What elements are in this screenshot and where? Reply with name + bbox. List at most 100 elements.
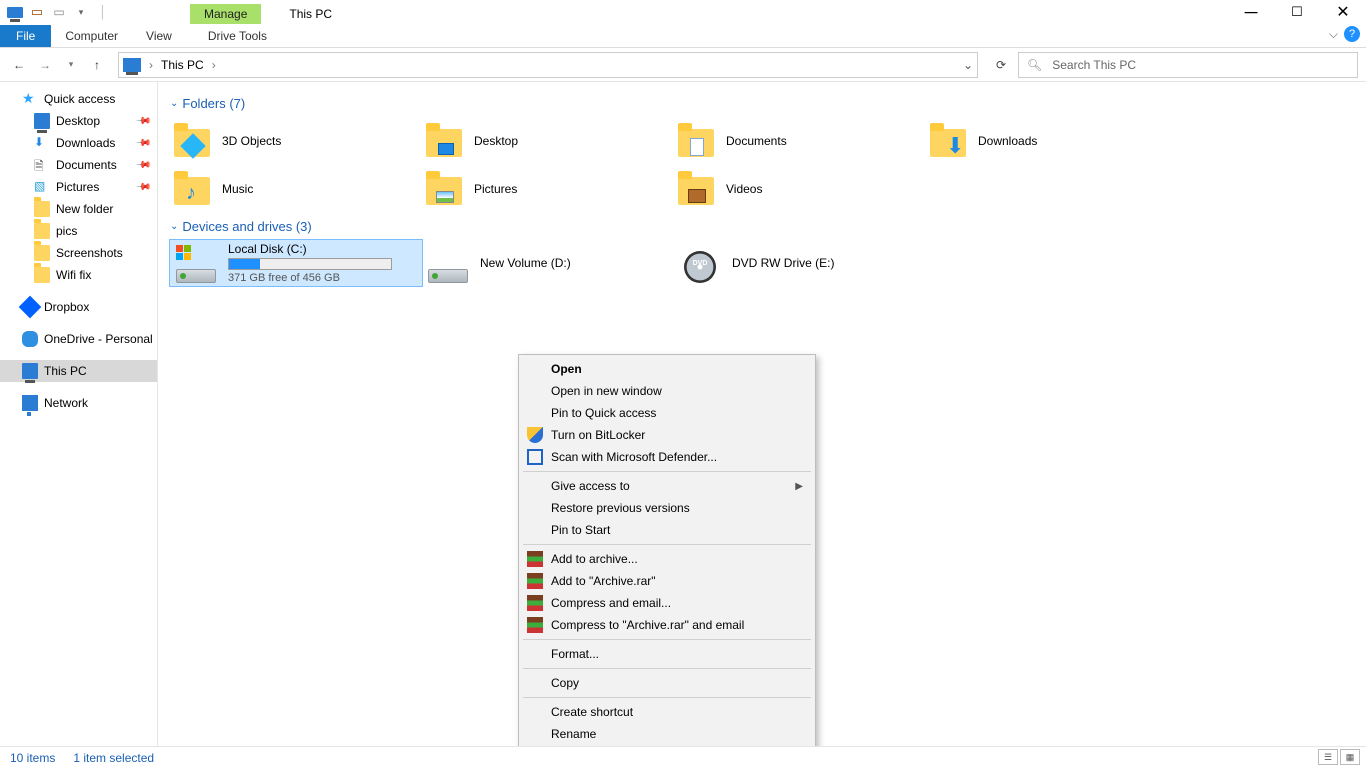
- folder-icon: ♪: [172, 169, 212, 209]
- section-drives[interactable]: ⌄Devices and drives (3): [170, 219, 1354, 234]
- sidebar-quick-access[interactable]: ★Quick access: [0, 88, 157, 110]
- pin-icon: 📌: [134, 113, 151, 130]
- nav-up-button[interactable]: ↑: [86, 54, 108, 76]
- drive-label: New Volume (D:): [480, 256, 571, 270]
- shield-icon: [527, 427, 543, 443]
- folder-icon: [676, 169, 716, 209]
- menu-bitlocker[interactable]: Turn on BitLocker: [521, 424, 813, 446]
- drive-label: Local Disk (C:): [228, 242, 392, 256]
- winrar-icon: [527, 573, 543, 589]
- search-icon: 🔍︎: [1027, 58, 1042, 72]
- sidebar-newfolder[interactable]: New folder: [0, 198, 157, 220]
- folder-icon: [424, 121, 464, 161]
- qat-properties-icon[interactable]: ▭: [26, 1, 48, 23]
- pin-icon: 📌: [134, 135, 151, 152]
- sidebar-dropbox[interactable]: Dropbox: [0, 296, 157, 318]
- menu-open-new-window[interactable]: Open in new window: [521, 380, 813, 402]
- folder-icon: [34, 245, 50, 261]
- address-bar[interactable]: › This PC › ⌄: [118, 52, 978, 78]
- drive-new-volume-d[interactable]: New Volume (D:): [422, 240, 674, 286]
- menu-rename[interactable]: Rename: [521, 723, 813, 745]
- drive-local-c[interactable]: Local Disk (C:) 371 GB free of 456 GB: [170, 240, 422, 286]
- onedrive-icon: [22, 331, 38, 347]
- winrar-icon: [527, 551, 543, 567]
- ribbon-tabs: File Computer View Drive Tools ⌵ ?: [0, 24, 1366, 48]
- ribbon-collapse-icon[interactable]: ⌵: [1329, 27, 1338, 42]
- tab-view[interactable]: View: [132, 25, 186, 47]
- menu-give-access[interactable]: Give access to▶: [521, 475, 813, 497]
- defender-icon: [527, 449, 543, 465]
- folder-documents[interactable]: Documents: [674, 117, 926, 165]
- folder-icon: [34, 267, 50, 283]
- maximize-button[interactable]: ☐: [1274, 0, 1320, 24]
- menu-copy[interactable]: Copy: [521, 672, 813, 694]
- drive-usage-bar: [228, 258, 392, 270]
- menu-defender-scan[interactable]: Scan with Microsoft Defender...: [521, 446, 813, 468]
- breadcrumb-thispc[interactable]: This PC: [155, 58, 210, 72]
- app-icon: [4, 1, 26, 23]
- refresh-button[interactable]: ⟳: [988, 52, 1014, 78]
- sidebar-documents[interactable]: 🗎Documents📌: [0, 154, 157, 176]
- folder-pictures[interactable]: Pictures: [422, 165, 674, 213]
- menu-add-archive[interactable]: Add to archive...: [521, 548, 813, 570]
- thispc-icon: [123, 58, 141, 72]
- menu-open[interactable]: Open: [521, 358, 813, 380]
- menu-add-archive-rar[interactable]: Add to "Archive.rar": [521, 570, 813, 592]
- thispc-icon: [22, 363, 38, 379]
- drive-dvd-e[interactable]: DVD RW Drive (E:): [674, 240, 926, 286]
- qat-separator: │: [92, 1, 114, 23]
- sidebar-downloads[interactable]: ⬇Downloads📌: [0, 132, 157, 154]
- qat-dropdown-icon[interactable]: ▾: [70, 1, 92, 23]
- menu-restore-versions[interactable]: Restore previous versions: [521, 497, 813, 519]
- sidebar-thispc[interactable]: This PC: [0, 360, 157, 382]
- breadcrumb-sep[interactable]: ›: [147, 58, 155, 72]
- view-large-icons-button[interactable]: ▦: [1340, 749, 1360, 765]
- tab-drive-tools[interactable]: Drive Tools: [194, 25, 281, 47]
- breadcrumb-sep[interactable]: ›: [210, 58, 218, 72]
- context-menu: Open Open in new window Pin to Quick acc…: [518, 354, 816, 746]
- tab-file[interactable]: File: [0, 25, 51, 47]
- sidebar-network[interactable]: Network: [0, 392, 157, 414]
- menu-pin-quick-access[interactable]: Pin to Quick access: [521, 402, 813, 424]
- pin-icon: 📌: [134, 157, 151, 174]
- folder-3d-objects[interactable]: 3D Objects: [170, 117, 422, 165]
- nav-history-dropdown[interactable]: ▾: [60, 54, 82, 76]
- sidebar-pics[interactable]: pics: [0, 220, 157, 242]
- folder-downloads[interactable]: ⬇Downloads: [926, 117, 1178, 165]
- close-button[interactable]: ✕: [1320, 0, 1366, 24]
- sidebar-pictures[interactable]: ▧Pictures📌: [0, 176, 157, 198]
- folder-desktop[interactable]: Desktop: [422, 117, 674, 165]
- qat-newfolder-icon[interactable]: ▭: [48, 1, 70, 23]
- chevron-down-icon: ⌄: [170, 221, 178, 232]
- menu-format[interactable]: Format...: [521, 643, 813, 665]
- menu-pin-start[interactable]: Pin to Start: [521, 519, 813, 541]
- menu-create-shortcut[interactable]: Create shortcut: [521, 701, 813, 723]
- help-icon[interactable]: ?: [1344, 26, 1360, 42]
- contextual-tab-manage[interactable]: Manage: [190, 4, 261, 24]
- menu-compress-email[interactable]: Compress and email...: [521, 592, 813, 614]
- folder-videos[interactable]: Videos: [674, 165, 926, 213]
- folder-music[interactable]: ♪Music: [170, 165, 422, 213]
- menu-separator: [523, 639, 811, 640]
- minimize-button[interactable]: ─: [1228, 0, 1274, 24]
- tab-computer[interactable]: Computer: [51, 25, 132, 47]
- sidebar-wififix[interactable]: Wifi fix: [0, 264, 157, 286]
- view-details-button[interactable]: ☰: [1318, 749, 1338, 765]
- menu-separator: [523, 471, 811, 472]
- dvd-icon: [676, 243, 724, 283]
- sidebar-desktop[interactable]: Desktop📌: [0, 110, 157, 132]
- section-folders[interactable]: ⌄Folders (7): [170, 96, 1354, 111]
- drives-grid: Local Disk (C:) 371 GB free of 456 GB Ne…: [170, 240, 1354, 286]
- star-icon: ★: [22, 91, 38, 107]
- address-dropdown-icon[interactable]: ⌄: [963, 58, 973, 72]
- nav-forward-button[interactable]: →: [34, 54, 56, 76]
- desktop-icon: [34, 113, 50, 129]
- search-box[interactable]: 🔍︎ Search This PC: [1018, 52, 1358, 78]
- nav-back-button[interactable]: ←: [8, 54, 30, 76]
- status-item-count: 10 items: [10, 751, 55, 765]
- sidebar-onedrive[interactable]: OneDrive - Personal: [0, 328, 157, 350]
- menu-separator: [523, 668, 811, 669]
- sidebar-screenshots[interactable]: Screenshots: [0, 242, 157, 264]
- quick-access-toolbar: ▭ ▭ ▾ │: [0, 1, 114, 23]
- menu-compress-rar-email[interactable]: Compress to "Archive.rar" and email: [521, 614, 813, 636]
